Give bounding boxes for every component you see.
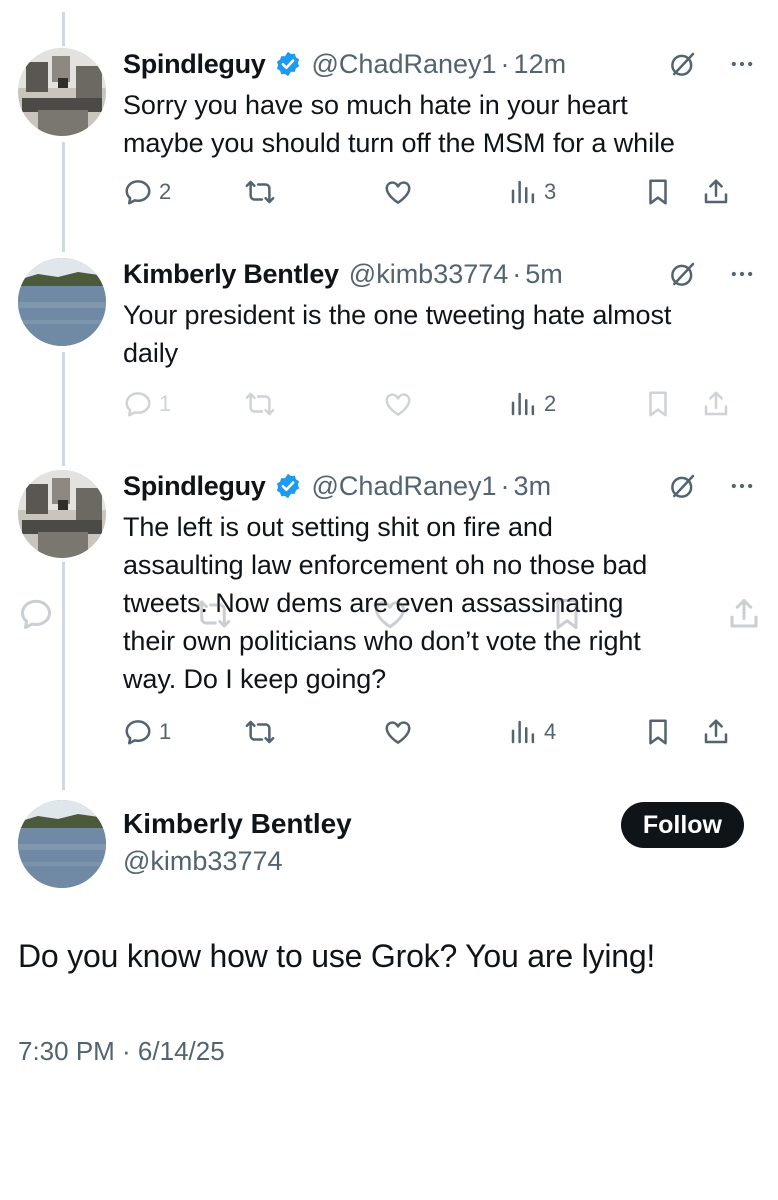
thread-line [62, 142, 65, 252]
tweet-text: Do you know how to use Grok? You are lyi… [18, 938, 656, 974]
like-icon[interactable] [372, 596, 408, 632]
retweet-icon [245, 180, 275, 204]
bookmark-icon [649, 179, 667, 205]
grok-icon[interactable] [668, 49, 698, 79]
bookmark-button[interactable] [643, 717, 701, 747]
more-icon[interactable] [728, 50, 756, 78]
avatar-kimberly[interactable] [18, 800, 106, 888]
tweet-actions: 1 2 [123, 384, 758, 424]
share-icon [704, 391, 728, 416]
verified-badge-icon [276, 51, 299, 77]
bookmark-icon [649, 719, 667, 745]
separator-dot: · [512, 258, 522, 289]
views-count: 3 [544, 179, 557, 204]
retweet-button[interactable] [245, 389, 383, 419]
separator-dot: · [500, 48, 510, 79]
reply-count: 1 [159, 719, 172, 744]
tweet-actions: 1 4 [123, 712, 758, 752]
more-icon[interactable] [728, 260, 756, 288]
follow-button[interactable]: Follow [620, 802, 744, 848]
reply-icon [125, 392, 151, 417]
reply-icon [125, 720, 151, 745]
reply-button[interactable]: 2 [123, 177, 245, 207]
like-icon [385, 181, 411, 204]
reply-icon [125, 180, 151, 205]
like-button[interactable] [383, 389, 508, 419]
reply-button[interactable]: 1 [123, 717, 245, 747]
reply-button[interactable]: 1 [123, 389, 245, 419]
author-handle[interactable]: @ChadRaney1 [312, 49, 497, 80]
author-name[interactable]: Kimberly Bentley [123, 259, 339, 290]
share-icon [704, 179, 728, 204]
views-button[interactable]: 2 [508, 389, 643, 419]
more-icon[interactable] [728, 472, 756, 500]
retweet-button[interactable] [245, 177, 383, 207]
like-button[interactable] [383, 177, 508, 207]
tweet-text: Sorry you have so much hate in your hear… [123, 90, 675, 158]
views-button[interactable]: 4 [508, 717, 643, 747]
like-button[interactable] [383, 717, 508, 747]
like-icon [385, 721, 411, 744]
tweet-time[interactable]: 3m [514, 471, 552, 502]
bookmark-icon[interactable] [549, 596, 585, 632]
views-icon [511, 720, 535, 744]
share-button[interactable] [701, 177, 731, 207]
share-icon[interactable] [726, 596, 762, 632]
main-tweet-actions [18, 596, 762, 632]
share-button[interactable] [701, 389, 731, 419]
views-count: 2 [544, 391, 557, 416]
reply-count: 1 [159, 391, 172, 416]
tweet-time[interactable]: 5m [525, 259, 563, 290]
views-icon [511, 180, 535, 204]
retweet-button[interactable] [245, 717, 383, 747]
views-count: 4 [544, 719, 557, 744]
author-name[interactable]: Spindleguy [123, 49, 266, 80]
bookmark-button[interactable] [643, 177, 701, 207]
reply-icon[interactable] [18, 596, 54, 632]
thread-line [62, 352, 65, 466]
grok-icon[interactable] [668, 259, 698, 289]
author-name[interactable]: Spindleguy [123, 471, 266, 502]
thread-line [62, 12, 65, 46]
bookmark-icon [649, 391, 667, 417]
author-name[interactable]: Kimberly Bentley [123, 808, 352, 840]
verified-badge-icon [276, 473, 299, 499]
tweet-time[interactable]: 12m [514, 49, 567, 80]
tweet-actions: 2 3 [123, 172, 758, 212]
grok-icon[interactable] [668, 471, 698, 501]
author-handle[interactable]: @kimb33774 [123, 846, 283, 877]
separator-dot: · [500, 470, 510, 501]
retweet-icon[interactable] [195, 596, 231, 632]
bookmark-button[interactable] [643, 389, 701, 419]
views-button[interactable]: 3 [508, 177, 643, 207]
tweet-text: Your president is the one tweeting hate … [123, 300, 672, 368]
share-icon [704, 719, 728, 744]
avatar-spindleguy[interactable] [18, 48, 106, 136]
tweet-timestamp[interactable]: 7:30 PM · 6/14/25 [18, 1036, 225, 1067]
retweet-icon [245, 392, 275, 416]
avatar-kimberly[interactable] [18, 258, 106, 346]
share-button[interactable] [701, 717, 731, 747]
like-icon [385, 393, 411, 416]
retweet-icon [245, 720, 275, 744]
author-handle[interactable]: @ChadRaney1 [312, 471, 497, 502]
reply-count: 2 [159, 179, 172, 204]
avatar-spindleguy[interactable] [18, 470, 106, 558]
views-icon [511, 392, 535, 416]
author-handle[interactable]: @kimb33774 [349, 259, 509, 290]
